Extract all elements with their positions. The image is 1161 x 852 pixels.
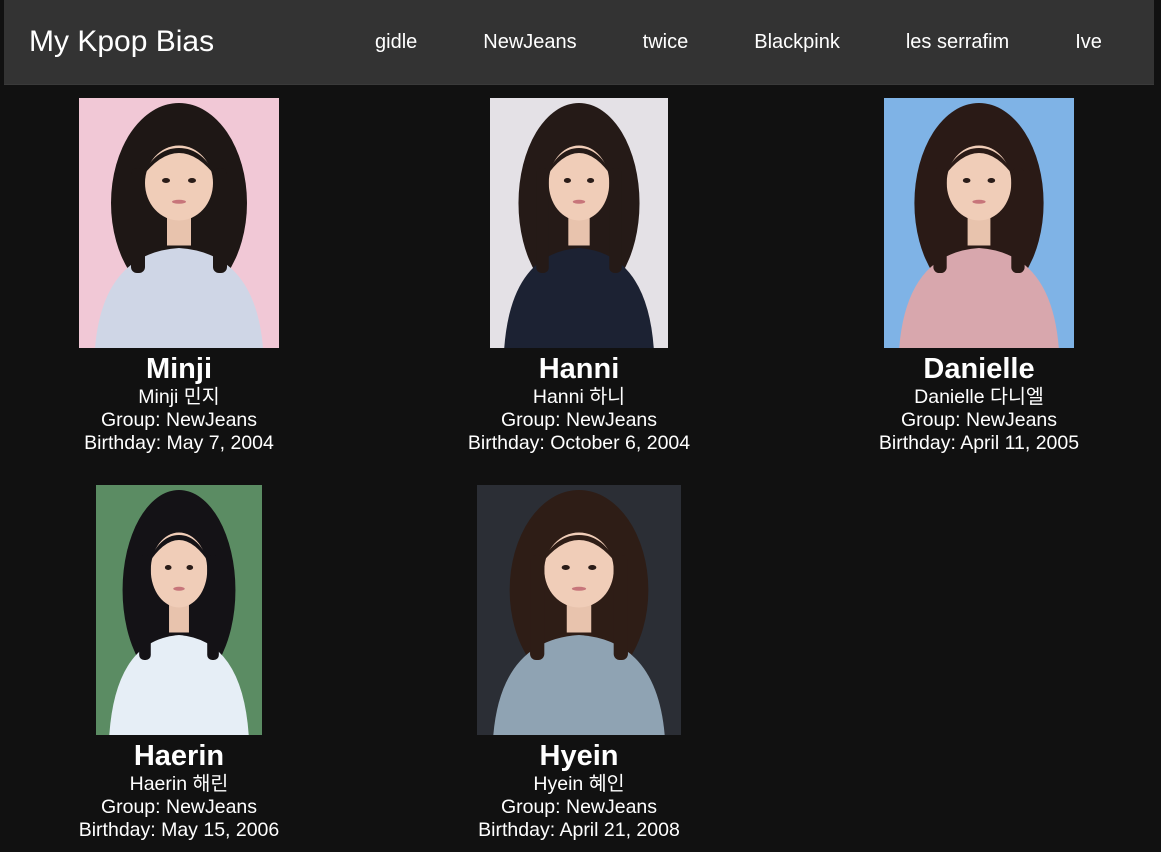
hair-strand-right	[609, 168, 622, 273]
eye-left	[563, 178, 571, 183]
nav-link-newjeans[interactable]: NewJeans	[450, 31, 609, 54]
face-shape	[946, 145, 1012, 221]
eye-right	[987, 178, 996, 183]
hair-strand-left	[933, 168, 947, 273]
lips-shape	[972, 199, 986, 204]
member-birthday: Birthday: October 6, 2004	[467, 432, 691, 454]
face-shape	[544, 532, 614, 608]
member-native-name: Minji 민지	[138, 386, 220, 408]
nav-item: Blackpink	[721, 31, 873, 54]
member-group: Group: NewJeans	[900, 409, 1058, 431]
nav-links: gidle NewJeans twice Blackpink les serra…	[342, 0, 1135, 84]
member-name: Hanni	[538, 353, 620, 385]
hair-strand-left	[530, 555, 545, 660]
eye-left	[962, 178, 971, 183]
hair-strand-right	[1011, 168, 1025, 273]
member-birthday: Birthday: May 15, 2006	[78, 819, 280, 841]
nav-item: Ive	[1042, 31, 1135, 54]
member-photo	[477, 485, 681, 735]
nav-item: twice	[610, 31, 722, 54]
portrait-image	[96, 485, 262, 735]
member-photo	[490, 98, 668, 348]
eye-right	[186, 565, 194, 570]
hair-strand-left	[131, 168, 145, 273]
member-photo	[79, 98, 279, 348]
member-native-name: Hyein 혜인	[533, 773, 625, 795]
eye-left	[162, 178, 170, 183]
lips-shape	[572, 199, 586, 204]
member-group: Group: NewJeans	[500, 796, 658, 818]
face-shape	[150, 532, 208, 608]
member-card-hanni: Hanni Hanni 하니 Group: NewJeans Birthday:…	[389, 98, 769, 455]
member-native-name: Danielle 다니엘	[914, 386, 1044, 408]
nav-item: NewJeans	[450, 31, 609, 54]
portrait-image	[490, 98, 668, 348]
member-birthday: Birthday: April 21, 2008	[478, 819, 680, 841]
eye-right	[588, 565, 597, 570]
nav-link-blackpink[interactable]: Blackpink	[721, 31, 873, 54]
member-group: Group: NewJeans	[100, 796, 258, 818]
hair-strand-left	[139, 555, 151, 660]
portrait-image	[477, 485, 681, 735]
member-photo	[96, 485, 262, 735]
navbar: My Kpop Bias gidle NewJeans twice Blackp…	[4, 0, 1154, 85]
member-group: Group: NewJeans	[500, 409, 658, 431]
nav-link-ive[interactable]: Ive	[1042, 31, 1135, 54]
face-shape	[548, 145, 610, 221]
eye-left	[561, 565, 570, 570]
member-card-hyein: Hyein Hyein 혜인 Group: NewJeans Birthday:…	[389, 485, 769, 842]
lips-shape	[571, 586, 587, 591]
nav-link-les-serrafim[interactable]: les serrafim	[873, 31, 1042, 54]
member-photo	[884, 98, 1074, 348]
hair-strand-right	[207, 555, 219, 660]
hair-strand-right	[213, 168, 227, 273]
face-shape	[145, 145, 213, 221]
member-native-name: Haerin 해린	[129, 773, 229, 795]
portrait-image	[884, 98, 1074, 348]
member-name: Minji	[145, 353, 213, 385]
portrait-image	[79, 98, 279, 348]
lips-shape	[173, 586, 185, 591]
nav-link-gidle[interactable]: gidle	[342, 31, 450, 54]
hair-strand-left	[536, 168, 549, 273]
brand-title[interactable]: My Kpop Bias	[29, 24, 214, 60]
member-birthday: Birthday: April 11, 2005	[878, 432, 1080, 454]
member-card-minji: Minji Minji 민지 Group: NewJeans Birthday:…	[0, 98, 369, 455]
member-group: Group: NewJeans	[100, 409, 258, 431]
member-name: Danielle	[923, 353, 1035, 385]
eye-right	[587, 178, 595, 183]
eye-right	[188, 178, 196, 183]
hair-strand-right	[613, 555, 628, 660]
lips-shape	[172, 199, 186, 204]
member-name: Hyein	[539, 740, 619, 772]
eye-left	[164, 565, 172, 570]
member-card-danielle: Danielle Danielle 다니엘 Group: NewJeans Bi…	[789, 98, 1161, 455]
member-name: Haerin	[133, 740, 225, 772]
member-native-name: Hanni 하니	[532, 386, 626, 408]
nav-link-twice[interactable]: twice	[610, 31, 722, 54]
nav-item: gidle	[342, 31, 450, 54]
nav-item: les serrafim	[873, 31, 1042, 54]
member-birthday: Birthday: May 7, 2004	[84, 432, 274, 454]
member-card-haerin: Haerin Haerin 해린 Group: NewJeans Birthda…	[0, 485, 369, 842]
